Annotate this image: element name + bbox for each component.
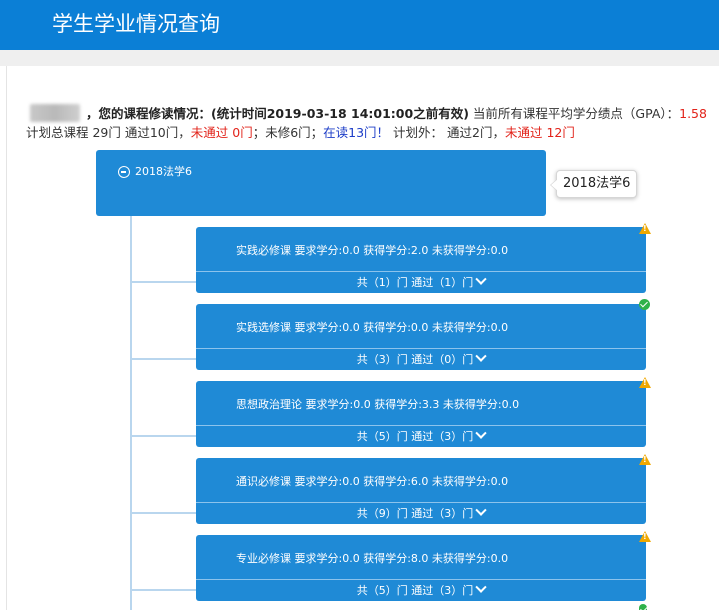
tree-connector xyxy=(130,358,196,360)
root-tooltip: 2018法学6 xyxy=(549,170,638,198)
course-count-text: 共（1）门 通过（1）门 xyxy=(356,276,474,289)
course-count-text: 共（5）门 通过（3）门 xyxy=(356,584,474,597)
category-node[interactable]: 实践必修课 要求学分:0.0 获得学分:2.0 未获得学分:0.0 共（1）门 … xyxy=(196,227,646,293)
category-credits: 通识必修课 要求学分:0.0 获得学分:6.0 未获得学分:0.0 xyxy=(236,475,509,488)
chevron-down-icon[interactable] xyxy=(475,504,487,516)
category-credits: 实践必修课 要求学分:0.0 获得学分:2.0 未获得学分:0.0 xyxy=(236,244,509,257)
category-course-count[interactable]: 共（5）门 通过（3）门 xyxy=(196,581,646,599)
category-credits: 实践选修课 要求学分:0.0 获得学分:0.0 未获得学分:0.0 xyxy=(236,321,509,334)
category-divider xyxy=(196,425,646,426)
chevron-down-icon[interactable] xyxy=(475,581,487,593)
category-node[interactable]: 通识必修课 要求学分:0.0 获得学分:6.0 未获得学分:0.0 共（9）门 … xyxy=(196,458,646,524)
tree-connector xyxy=(130,512,196,514)
tree-connector xyxy=(130,281,196,283)
category-node[interactable]: 实践选修课 要求学分:0.0 获得学分:0.0 未获得学分:0.0 共（3）门 … xyxy=(196,304,646,370)
warning-icon xyxy=(639,377,651,388)
tree-connector xyxy=(130,589,196,591)
category-divider xyxy=(196,579,646,580)
header-spacer xyxy=(0,50,719,66)
category-divider xyxy=(196,348,646,349)
tree-connector xyxy=(130,435,196,437)
page-title: 学生学业情况查询 xyxy=(52,12,220,36)
category-credits: 思想政治理论 要求学分:0.0 获得学分:3.3 未获得学分:0.0 xyxy=(236,398,520,411)
course-count-text: 共（5）门 通过（3）门 xyxy=(356,430,474,443)
outside-plan-passed: 计划外： 通过2门， xyxy=(389,125,505,140)
plan-total: 计划总课程 29门 通过10门， xyxy=(26,125,191,140)
in-progress-count: 在读13门！ xyxy=(323,125,390,140)
course-count-text: 共（9）门 通过（3）门 xyxy=(356,507,474,520)
chevron-down-icon[interactable] xyxy=(475,427,487,439)
category-divider xyxy=(196,502,646,503)
category-node[interactable]: 专业必修课 要求学分:0.0 获得学分:8.0 未获得学分:0.0 共（5）门 … xyxy=(196,535,646,601)
summary-line-1: ，您的课程修读情况：(统计时间2019-03-18 14:01:00之前有效) … xyxy=(86,104,707,124)
collapse-toggle-icon[interactable] xyxy=(118,166,130,178)
warning-icon xyxy=(639,531,651,542)
category-node[interactable]: 思想政治理论 要求学分:0.0 获得学分:3.3 未获得学分:0.0 共（5）门… xyxy=(196,381,646,447)
summary-line-2: 计划总课程 29门 通过10门，未通过 0门；未修6门；在读13门！ 计划外： … xyxy=(26,123,575,143)
category-credits: 专业必修课 要求学分:0.0 获得学分:8.0 未获得学分:0.0 xyxy=(236,552,509,565)
gpa-value: 1.58 xyxy=(679,106,707,121)
category-course-count[interactable]: 共（3）门 通过（0）门 xyxy=(196,350,646,368)
chevron-down-icon[interactable] xyxy=(475,273,487,285)
category-divider xyxy=(196,271,646,272)
tree-root-node[interactable] xyxy=(96,150,546,216)
root-node-label: 2018法学6 xyxy=(135,165,192,178)
category-course-count[interactable]: 共（9）门 通过（3）门 xyxy=(196,504,646,522)
tree-connector-vertical xyxy=(130,216,132,610)
header-bar: 学生学业情况查询 xyxy=(0,0,719,50)
not-passed-count: 未通过 0门 xyxy=(190,125,253,140)
check-icon xyxy=(639,299,650,310)
warning-icon xyxy=(639,223,651,234)
category-course-count[interactable]: 共（1）门 通过（1）门 xyxy=(196,273,646,291)
chevron-down-icon[interactable] xyxy=(475,350,487,362)
summary-intro: ，您的课程修读情况：(统计时间2019-03-18 14:01:00之前有效) xyxy=(86,106,469,121)
check-icon xyxy=(639,604,647,610)
category-course-count[interactable]: 共（5）门 通过（3）门 xyxy=(196,427,646,445)
gpa-label: 当前所有课程平均学分绩点（GPA）： xyxy=(468,106,680,121)
warning-icon xyxy=(639,454,651,465)
course-count-text: 共（3）门 通过（0）门 xyxy=(356,353,474,366)
outside-plan-not-passed: 未通过 12门 xyxy=(504,125,575,140)
not-taken-count: ；未修6门； xyxy=(252,125,324,140)
blurred-student-name xyxy=(30,104,80,122)
